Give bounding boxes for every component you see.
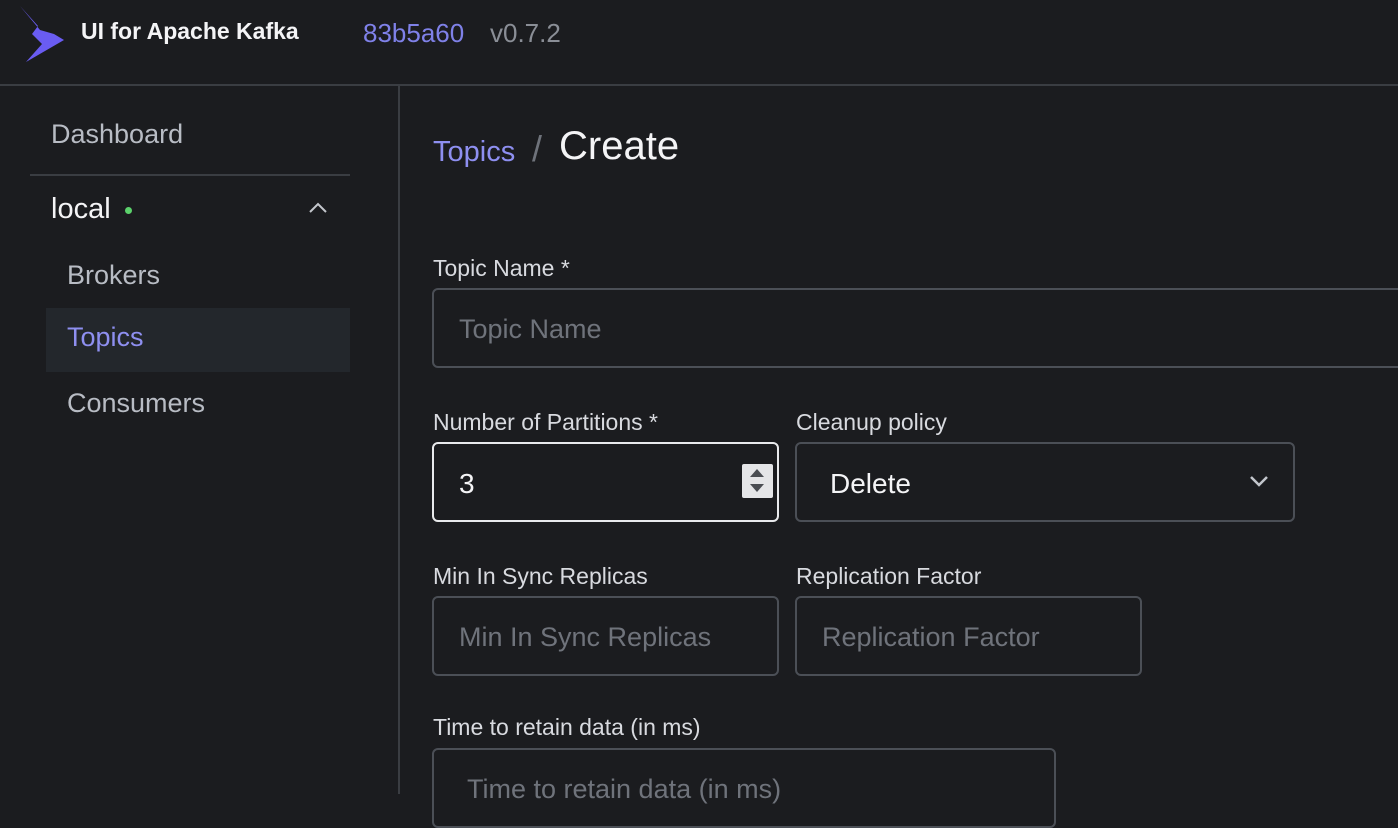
min-in-sync-input[interactable]: Min In Sync Replicas [432, 596, 779, 676]
sidebar-item-consumers[interactable]: Consumers [46, 374, 350, 438]
sidebar-item-brokers[interactable]: Brokers [46, 246, 350, 310]
cleanup-policy-value: Delete [830, 468, 911, 499]
retention-placeholder: Time to retain data (in ms) [467, 774, 782, 804]
replication-factor-placeholder: Replication Factor [822, 622, 1040, 652]
partitions-value: 3 [459, 468, 475, 499]
replication-factor-input[interactable]: Replication Factor [795, 596, 1142, 676]
sidebar: Dashboard local Brokers Topics Consumers [0, 86, 400, 794]
number-stepper[interactable] [742, 464, 773, 498]
sidebar-item-dashboard[interactable]: Dashboard [51, 119, 183, 150]
kafka-ui-logo-icon[interactable] [18, 4, 68, 64]
retention-input[interactable]: Time to retain data (in ms) [432, 748, 1056, 828]
topic-name-label: Topic Name * [433, 255, 570, 281]
app-title[interactable]: UI for Apache Kafka [81, 18, 299, 45]
breadcrumb-topics-link[interactable]: Topics [433, 136, 515, 169]
main-content: Topics / Create Topic Name * Topic Name … [400, 86, 1398, 828]
partitions-label: Number of Partitions * [433, 409, 658, 435]
cluster-status-icon [125, 207, 132, 214]
cleanup-policy-select[interactable]: Delete [795, 442, 1295, 522]
breadcrumb-separator: / [532, 128, 543, 169]
stepper-up-icon[interactable] [750, 469, 764, 477]
chevron-up-icon[interactable] [308, 200, 328, 214]
top-bar: UI for Apache Kafka 83b5a60 v0.7.2 [0, 0, 1398, 86]
sidebar-item-label: Consumers [67, 388, 206, 418]
cluster-toggle[interactable]: local [30, 186, 350, 236]
version-label: v0.7.2 [490, 18, 561, 48]
topic-name-input[interactable]: Topic Name [432, 288, 1398, 368]
sidebar-item-topics[interactable]: Topics [46, 308, 350, 372]
sidebar-divider [30, 174, 350, 176]
sidebar-item-label: Brokers [67, 260, 161, 290]
topic-name-placeholder: Topic Name [459, 314, 602, 344]
sidebar-item-label: Topics [67, 322, 144, 352]
replication-factor-label: Replication Factor [796, 563, 982, 589]
chevron-down-icon [1250, 476, 1268, 487]
stepper-down-icon[interactable] [750, 484, 764, 492]
partitions-input[interactable]: 3 [432, 442, 779, 522]
commit-link[interactable]: 83b5a60 [363, 18, 464, 49]
retention-label: Time to retain data (in ms) [433, 714, 701, 740]
cluster-name: local [51, 193, 111, 225]
page-title: Create [559, 124, 680, 168]
min-in-sync-placeholder: Min In Sync Replicas [459, 622, 712, 652]
min-in-sync-label: Min In Sync Replicas [433, 563, 648, 589]
cleanup-policy-label: Cleanup policy [796, 409, 947, 435]
